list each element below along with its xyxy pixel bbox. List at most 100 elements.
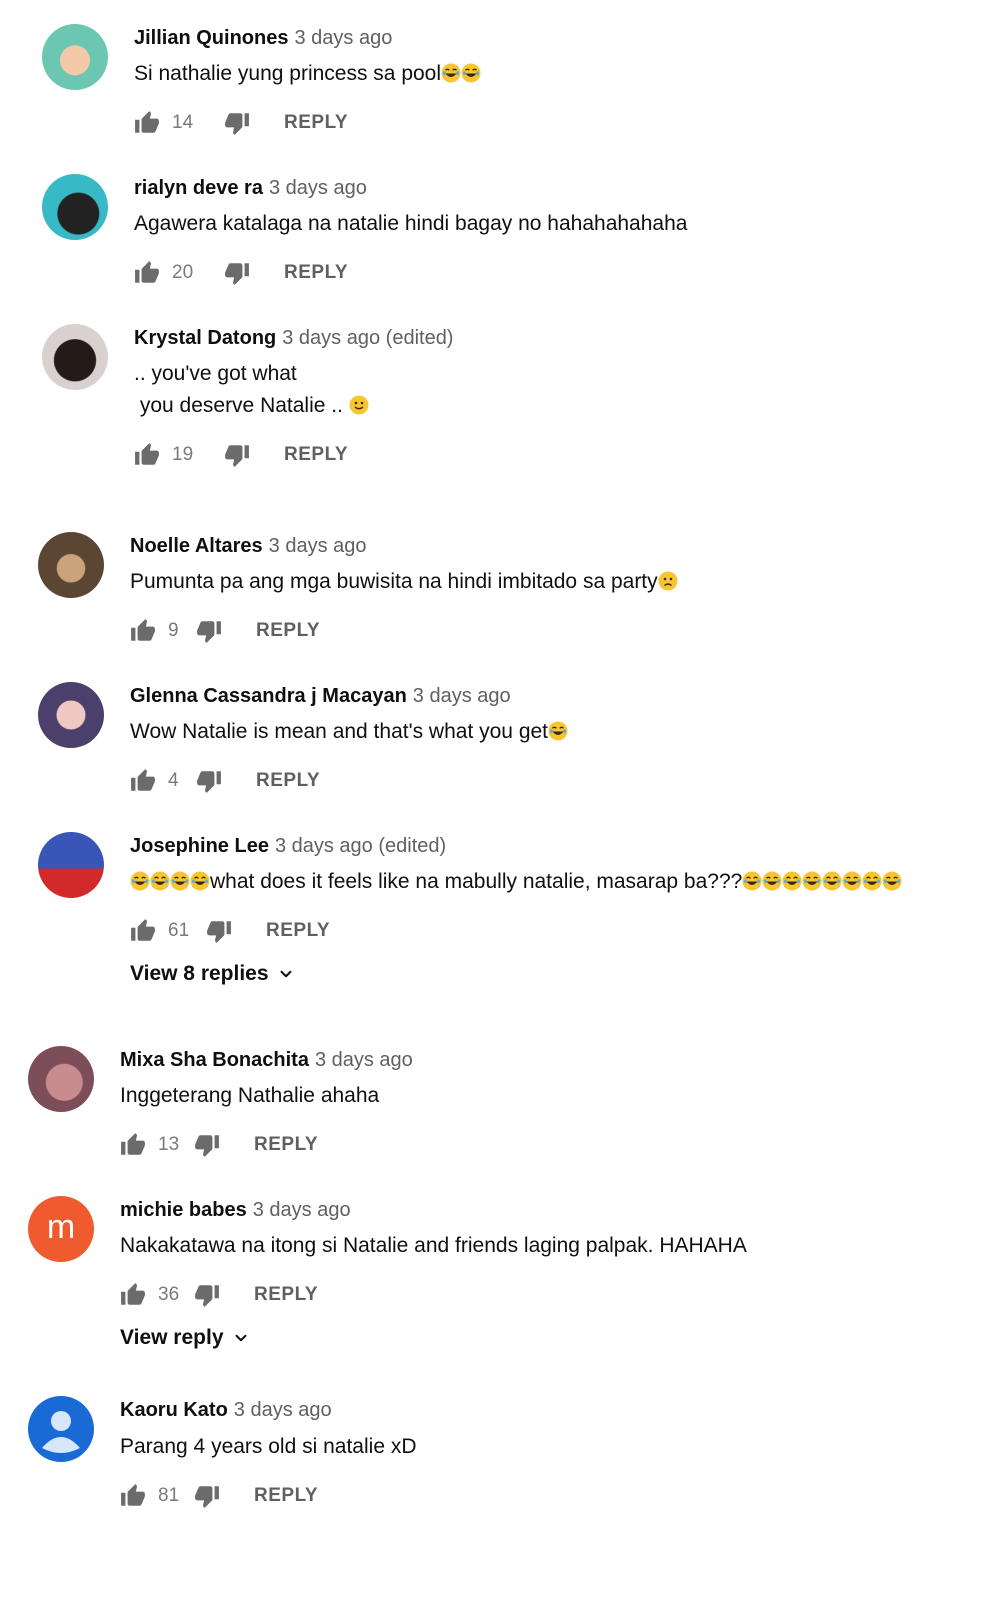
avatar[interactable]: [38, 682, 104, 748]
reply-button[interactable]: REPLY: [284, 112, 348, 134]
comment-author[interactable]: Noelle Altares: [130, 535, 263, 557]
like-count: 19: [172, 444, 194, 465]
like-button[interactable]: [130, 918, 156, 944]
comment-author[interactable]: michie babes: [120, 1199, 247, 1221]
reply-button[interactable]: REPLY: [284, 444, 348, 466]
like-button[interactable]: [134, 110, 160, 136]
comment-timestamp[interactable]: 3 days ago (edited): [275, 835, 446, 857]
reply-button[interactable]: REPLY: [254, 1134, 318, 1156]
like-count: 14: [172, 112, 194, 133]
reply-button[interactable]: REPLY: [266, 920, 330, 942]
reply-button[interactable]: REPLY: [256, 770, 320, 792]
comment-author[interactable]: Krystal Datong: [134, 327, 276, 349]
dislike-button[interactable]: [224, 442, 250, 468]
reply-button[interactable]: REPLY: [284, 262, 348, 284]
laughing-emoji-icon: [441, 63, 461, 83]
laughing-emoji-icon: [461, 63, 481, 83]
thumbs-down-icon: [196, 618, 222, 644]
comment-author[interactable]: Josephine Lee: [130, 835, 269, 857]
comment-author[interactable]: Jillian Quinones: [134, 27, 288, 49]
comment-text: what does it feels like na mabully natal…: [130, 866, 902, 898]
comment-text: Nakakatawa na itong si Natalie and frien…: [120, 1234, 747, 1257]
comment-text: Inggeterang Nathalie ahaha: [120, 1084, 380, 1107]
like-count: 9: [168, 620, 179, 641]
view-replies-button[interactable]: View 8 replies: [130, 962, 295, 986]
dislike-button[interactable]: [194, 1282, 220, 1308]
avatar[interactable]: [42, 324, 108, 390]
avatar[interactable]: [42, 24, 108, 90]
comment-timestamp[interactable]: 3 days ago: [315, 1049, 413, 1071]
avatar[interactable]: [42, 174, 108, 240]
comment-text: Si nathalie yung princess sa pool: [134, 58, 481, 90]
comment-text: Wow Natalie is mean and that's what you …: [130, 716, 568, 748]
laughing-emoji-icon: [782, 871, 802, 891]
reply-button[interactable]: REPLY: [256, 620, 320, 642]
avatar[interactable]: [28, 1046, 94, 1112]
dislike-button[interactable]: [196, 768, 222, 794]
comment-timestamp[interactable]: 3 days ago: [253, 1199, 351, 1221]
like-button[interactable]: [130, 768, 156, 794]
avatar-image: [38, 682, 104, 748]
avatar-image: [42, 174, 108, 240]
avatar[interactable]: [28, 1396, 94, 1462]
comment-text: Agawera katalaga na natalie hindi bagay …: [134, 212, 688, 235]
avatar-image: [28, 1046, 94, 1112]
thumbs-up-icon: [120, 1282, 146, 1308]
thumbs-down-icon: [224, 442, 250, 468]
dislike-button[interactable]: [196, 618, 222, 644]
laughing-emoji-icon: [822, 871, 842, 891]
dislike-button[interactable]: [194, 1483, 220, 1509]
avatar-image: [42, 324, 108, 390]
reply-button[interactable]: REPLY: [254, 1485, 318, 1507]
view-replies-button[interactable]: View reply: [120, 1326, 250, 1350]
sad-emoji-icon: [658, 571, 678, 591]
like-count: 36: [158, 1284, 180, 1305]
comment-timestamp[interactable]: 3 days ago: [269, 177, 367, 199]
like-button[interactable]: [134, 260, 160, 286]
dislike-button[interactable]: [194, 1132, 220, 1158]
thumbs-up-icon: [130, 618, 156, 644]
dislike-button[interactable]: [224, 260, 250, 286]
comment-author[interactable]: Glenna Cassandra j Macayan: [130, 685, 407, 707]
comment-timestamp[interactable]: 3 days ago: [294, 27, 392, 49]
avatar[interactable]: m: [28, 1196, 94, 1262]
thumbs-up-icon: [134, 260, 160, 286]
laughing-emoji-icon: [802, 871, 822, 891]
like-button[interactable]: [130, 618, 156, 644]
laughing-emoji-icon: [842, 871, 862, 891]
comment-timestamp[interactable]: 3 days ago (edited): [282, 327, 453, 349]
like-count: 13: [158, 1134, 180, 1155]
laughing-emoji-icon: [130, 871, 150, 891]
avatar[interactable]: [38, 532, 104, 598]
like-button[interactable]: [120, 1282, 146, 1308]
like-button[interactable]: [134, 442, 160, 468]
laughing-emoji-icon: [742, 871, 762, 891]
comment-timestamp[interactable]: 3 days ago: [269, 535, 367, 557]
comment-author[interactable]: rialyn deve ra: [134, 177, 263, 199]
avatar-image: [38, 832, 104, 898]
comment-author[interactable]: Mixa Sha Bonachita: [120, 1049, 309, 1071]
comment-text: Pumunta pa ang mga buwisita na hindi imb…: [130, 566, 678, 598]
like-count: 20: [172, 262, 194, 283]
thumbs-down-icon: [194, 1483, 220, 1509]
smiling-emoji-icon: [349, 395, 369, 415]
thumbs-up-icon: [130, 768, 156, 794]
like-button[interactable]: [120, 1132, 146, 1158]
thumbs-down-icon: [206, 918, 232, 944]
comment-timestamp[interactable]: 3 days ago: [234, 1399, 332, 1421]
like-button[interactable]: [120, 1483, 146, 1509]
like-count: 81: [158, 1485, 180, 1506]
dislike-button[interactable]: [224, 110, 250, 136]
avatar-image: [38, 532, 104, 598]
comment-author[interactable]: Kaoru Kato: [120, 1399, 228, 1421]
reply-button[interactable]: REPLY: [254, 1284, 318, 1306]
dislike-button[interactable]: [206, 918, 232, 944]
comment-text: .. you've got what you deserve Natalie .…: [134, 358, 369, 422]
laughing-emoji-icon: [170, 871, 190, 891]
comment-timestamp[interactable]: 3 days ago: [413, 685, 511, 707]
thumbs-up-icon: [134, 110, 160, 136]
thumbs-down-icon: [194, 1282, 220, 1308]
avatar[interactable]: [38, 832, 104, 898]
avatar-image: [42, 24, 108, 90]
comment-text: Parang 4 years old si natalie xD: [120, 1435, 417, 1458]
